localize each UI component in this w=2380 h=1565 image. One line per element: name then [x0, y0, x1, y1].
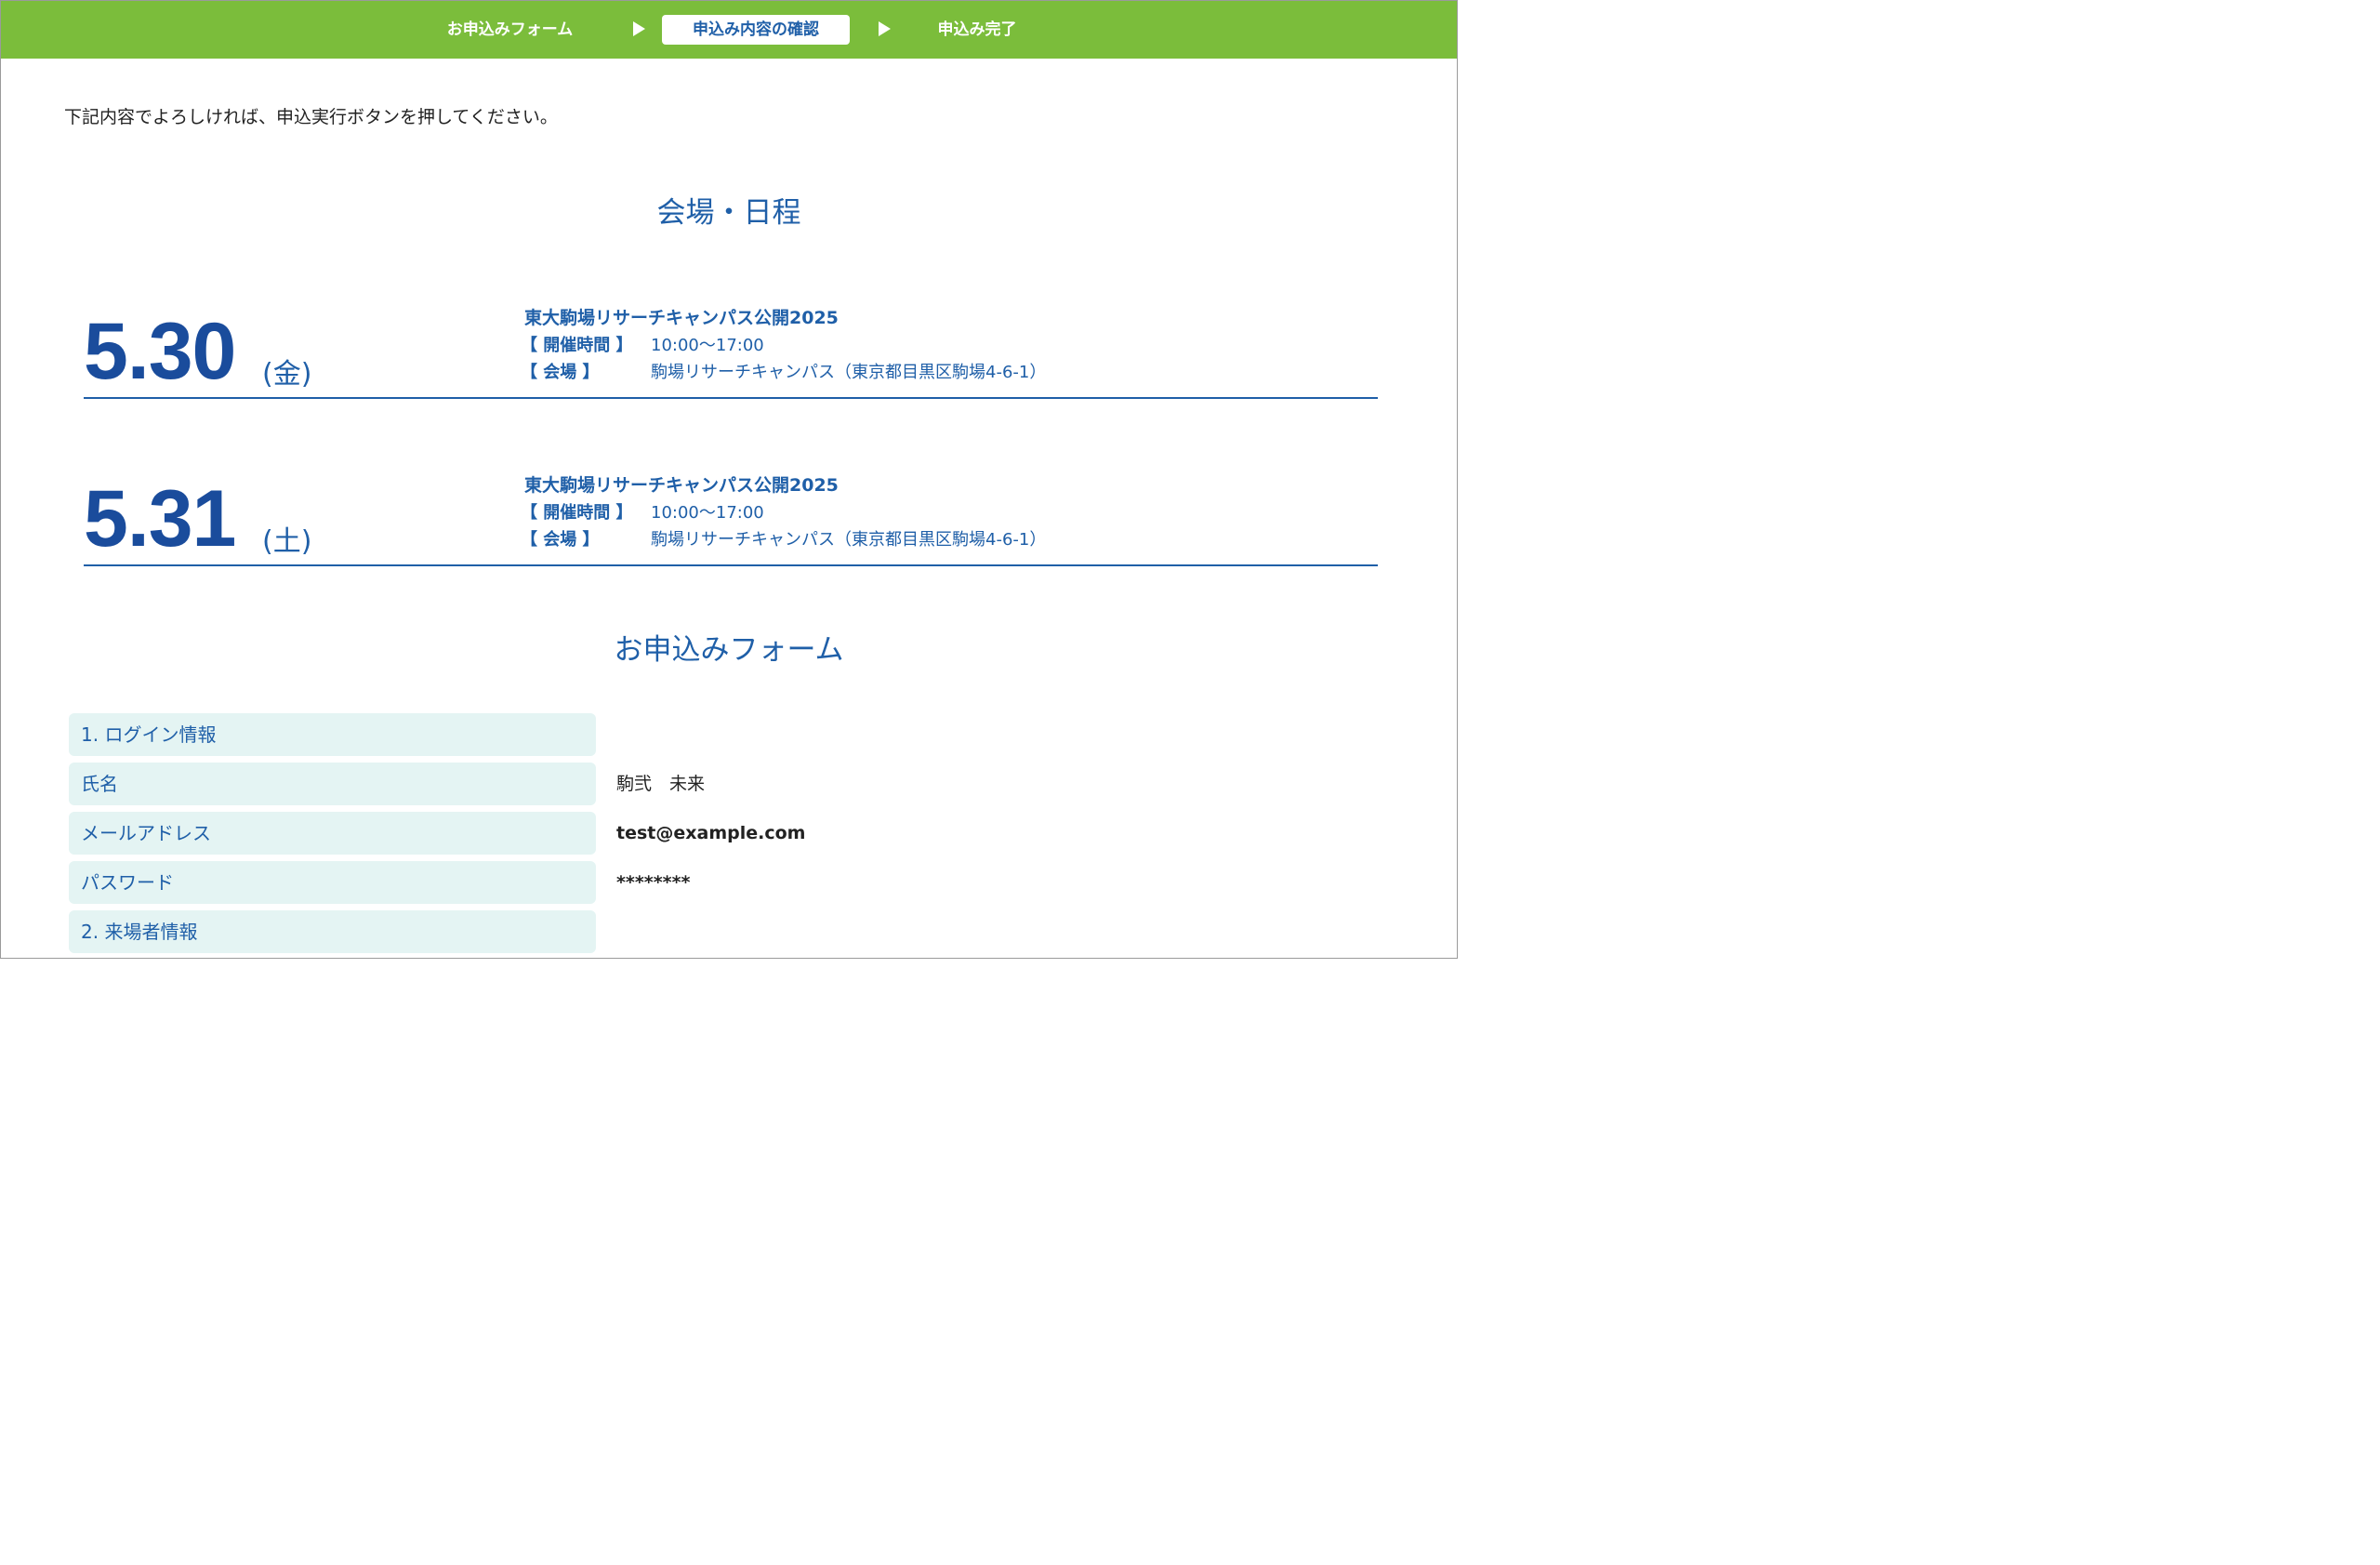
event-venue-label: 【 会場 】 — [521, 363, 600, 382]
step-arrow-icon — [879, 21, 891, 36]
progress-step-bar: お申込みフォーム 申込み内容の確認 申込み完了 — [1, 1, 1457, 59]
event-time-label: 【 開催時間 】 — [521, 503, 633, 523]
event-date: 5.31 — [84, 474, 236, 564]
application-form-heading: お申込みフォーム — [614, 633, 844, 667]
name-value: 駒弐 未来 — [616, 774, 706, 794]
form-label: 氏名 — [69, 763, 596, 805]
step-arrow-icon — [633, 21, 645, 36]
step-application-form: お申込みフォーム — [446, 20, 574, 39]
event-day-of-week: (土) — [262, 525, 312, 558]
form-label: 2. 来場者情報 — [69, 910, 596, 953]
event-time-row: 【 開催時間 】 10:00〜17:00 — [521, 332, 764, 356]
event-time-row: 【 開催時間 】 10:00〜17:00 — [521, 499, 764, 524]
step-confirm-current: 申込み内容の確認 — [662, 15, 850, 45]
event-time-value: 10:00〜17:00 — [651, 503, 764, 523]
form-label: メールアドレス — [69, 812, 596, 855]
form-label: 1. ログイン情報 — [69, 713, 596, 756]
form-row-login-info: 1. ログイン情報 — [69, 713, 1370, 756]
event-time-value: 10:00〜17:00 — [651, 336, 764, 355]
form-row-visitor-info: 2. 来場者情報 — [69, 910, 1370, 953]
event-day-of-week: (金) — [262, 358, 312, 391]
event-venue-value: 駒場リサーチキャンパス（東京都目黒区駒場4-6-1） — [651, 530, 1047, 550]
event-title: 東大駒場リサーチキャンパス公開2025 — [524, 475, 839, 496]
confirmation-instruction: 下記内容でよろしければ、申込実行ボタンを押してください。 — [64, 107, 558, 127]
venue-schedule-heading: 会場・日程 — [656, 196, 801, 230]
event-entry: 5.30 (金) 東大駒場リサーチキャンパス公開2025 【 開催時間 】 10:… — [84, 276, 1378, 399]
form-row-name: 氏名 駒弐 未来 — [69, 763, 1370, 805]
event-time-label: 【 開催時間 】 — [521, 336, 633, 355]
event-venue-label: 【 会場 】 — [521, 530, 600, 550]
event-title: 東大駒場リサーチキャンパス公開2025 — [524, 308, 839, 328]
event-venue-row: 【 会場 】 駒場リサーチキャンパス（東京都目黒区駒場4-6-1） — [521, 526, 1046, 550]
password-value: ******** — [616, 872, 691, 893]
event-entry: 5.31 (土) 東大駒場リサーチキャンパス公開2025 【 開催時間 】 10:… — [84, 444, 1378, 566]
form-label: パスワード — [69, 861, 596, 904]
event-venue-value: 駒場リサーチキャンパス（東京都目黒区駒場4-6-1） — [651, 363, 1047, 382]
email-value: test@example.com — [616, 823, 806, 843]
form-row-password: パスワード ******** — [69, 861, 1370, 904]
step-complete: 申込み完了 — [937, 20, 1017, 39]
event-venue-row: 【 会場 】 駒場リサーチキャンパス（東京都目黒区駒場4-6-1） — [521, 359, 1046, 383]
page-frame: お申込みフォーム 申込み内容の確認 申込み完了 下記内容でよろしければ、申込実行… — [0, 0, 1458, 959]
form-row-email: メールアドレス test@example.com — [69, 812, 1370, 855]
event-date: 5.30 — [84, 307, 236, 396]
